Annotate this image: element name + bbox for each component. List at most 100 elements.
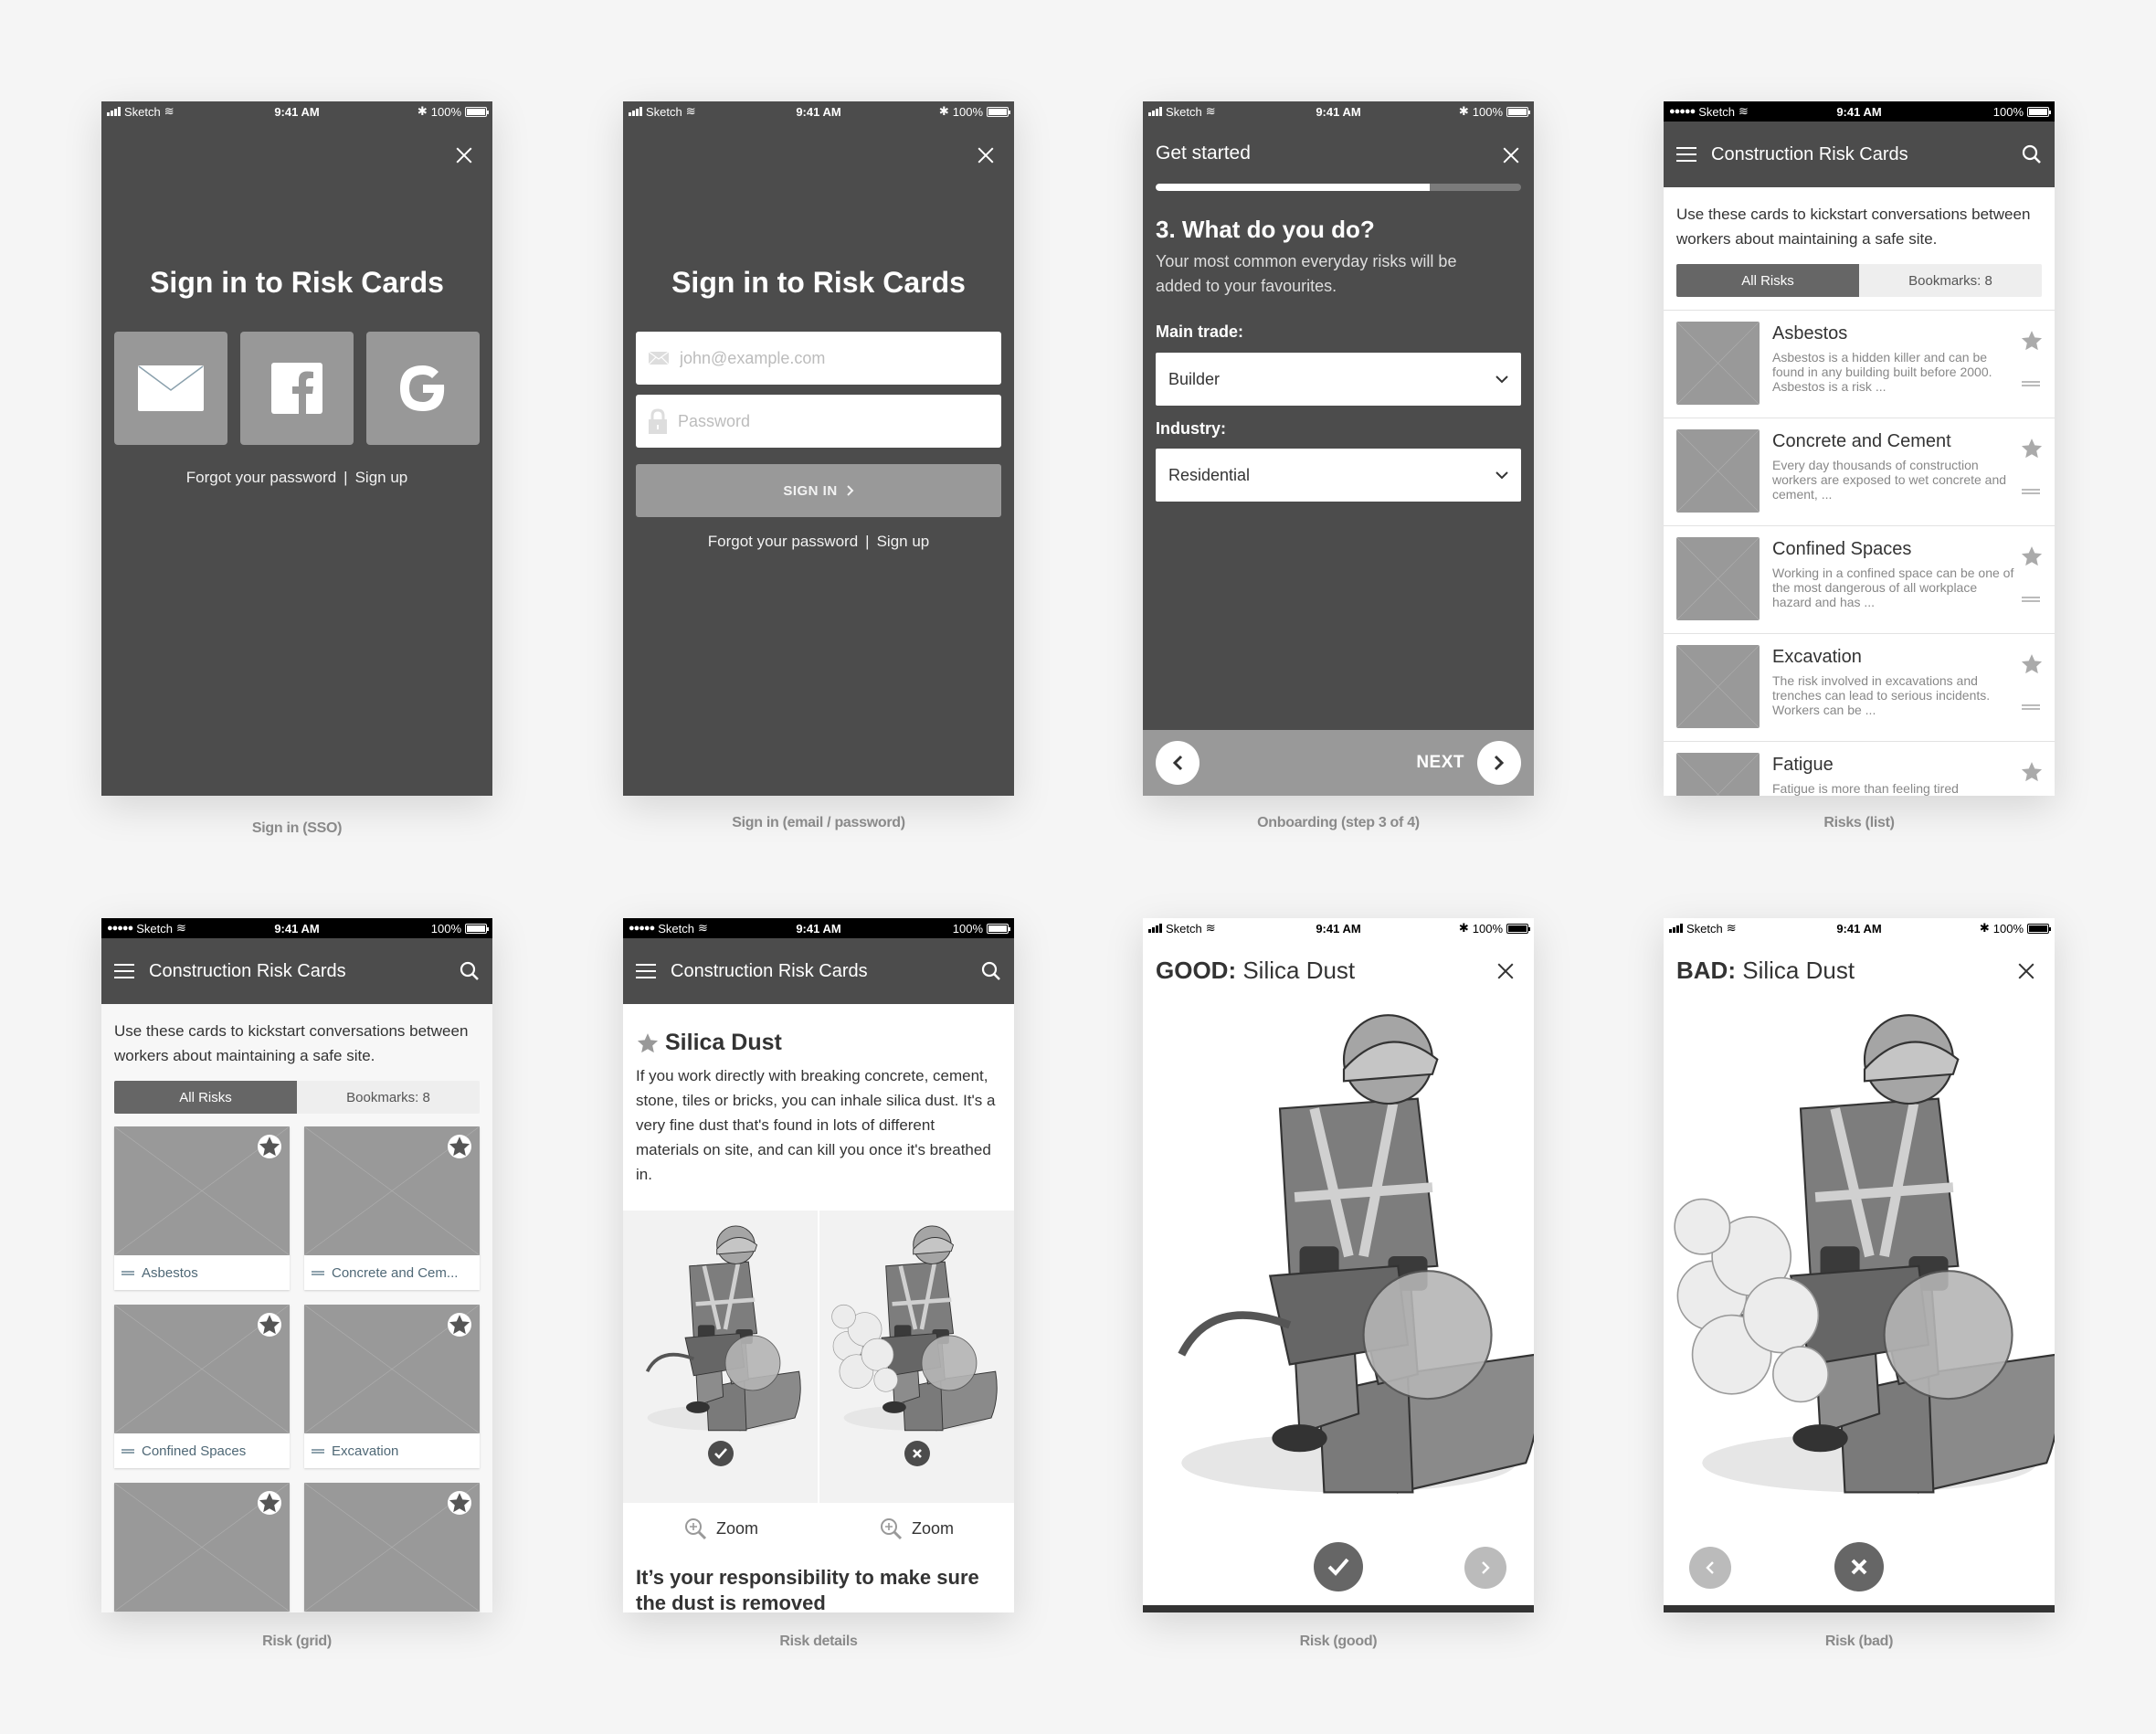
bad-badge bbox=[904, 1441, 930, 1466]
next-button[interactable] bbox=[1464, 1547, 1506, 1589]
lock-icon bbox=[649, 408, 667, 434]
list-item[interactable]: Confined Spaces Working in a confined spa… bbox=[1664, 526, 2055, 634]
tab-all-risks[interactable]: All Risks bbox=[114, 1081, 297, 1114]
good-example-image[interactable] bbox=[623, 1211, 819, 1503]
checkmark-icon bbox=[1327, 1558, 1349, 1576]
tab-bookmarks[interactable]: Bookmarks: 8 bbox=[297, 1081, 480, 1114]
grid-card[interactable] bbox=[114, 1483, 290, 1612]
forgot-password-link[interactable]: Forgot your password bbox=[708, 533, 858, 550]
carrier-label: Sketch bbox=[136, 921, 173, 936]
zoom-in-icon bbox=[684, 1518, 707, 1540]
password-input[interactable] bbox=[678, 411, 1001, 431]
star-icon[interactable] bbox=[2020, 329, 2044, 353]
image-placeholder bbox=[114, 1483, 290, 1612]
bookmark-button[interactable] bbox=[258, 1135, 281, 1158]
app-header: Construction Risk Cards bbox=[1664, 122, 2055, 187]
list-item[interactable]: Asbestos Asbestos is a hidden killer and … bbox=[1664, 311, 2055, 418]
zoom-label: Zoom bbox=[911, 1518, 954, 1538]
image-placeholder bbox=[1676, 753, 1760, 796]
signal-icon: ●●●●● bbox=[1669, 106, 1696, 117]
close-button[interactable] bbox=[2016, 961, 2036, 981]
list-item[interactable]: Excavation The risk involved in excavatio… bbox=[1664, 634, 2055, 742]
battery-percent: 100% bbox=[952, 104, 983, 119]
screen-risks-grid: ●●●●● Sketch ≋ 9:41 AM 100% Construction R… bbox=[101, 918, 492, 1612]
search-icon[interactable] bbox=[460, 961, 480, 981]
chevron-right-icon bbox=[1482, 1561, 1490, 1574]
grid-card[interactable]: Excavation bbox=[304, 1305, 480, 1468]
risk-title: Concrete and Cem... bbox=[332, 1264, 459, 1281]
close-button[interactable] bbox=[976, 145, 996, 165]
step-question: 3. What do you do? bbox=[1156, 216, 1375, 243]
tab-bookmarks[interactable]: Bookmarks: 8 bbox=[1859, 264, 2042, 297]
risk-title: Confined Spaces bbox=[1772, 539, 1912, 559]
intro-text: Use these cards to kickstart conversatio… bbox=[1676, 206, 2031, 248]
industry-label: Industry: bbox=[1156, 419, 1227, 438]
drag-handle-icon[interactable] bbox=[2022, 597, 2040, 602]
grid-card[interactable]: Confined Spaces bbox=[114, 1305, 290, 1468]
next-label[interactable]: NEXT bbox=[1416, 753, 1464, 773]
star-icon[interactable] bbox=[2020, 437, 2044, 460]
sign-up-link[interactable]: Sign up bbox=[355, 469, 408, 486]
drag-handle-icon[interactable] bbox=[2022, 489, 2040, 494]
menu-icon[interactable] bbox=[1676, 147, 1696, 162]
grid-card[interactable]: Concrete and Cem... bbox=[304, 1126, 480, 1290]
image-placeholder bbox=[304, 1483, 480, 1612]
drag-handle-icon[interactable] bbox=[122, 1270, 134, 1275]
close-button[interactable] bbox=[1495, 961, 1516, 981]
trade-select[interactable]: Builder bbox=[1156, 353, 1521, 406]
drag-handle-icon[interactable] bbox=[2022, 381, 2040, 386]
list-item[interactable]: Concrete and Cement Every day thousands o… bbox=[1664, 418, 2055, 526]
email-sign-in-button[interactable] bbox=[114, 332, 227, 445]
bad-example-image[interactable] bbox=[819, 1211, 1014, 1503]
sign-up-link[interactable]: Sign up bbox=[877, 533, 930, 550]
star-icon[interactable] bbox=[2020, 545, 2044, 568]
bookmark-button[interactable] bbox=[258, 1313, 281, 1337]
grid-card[interactable]: Asbestos bbox=[114, 1126, 290, 1290]
drag-handle-icon[interactable] bbox=[2022, 704, 2040, 710]
back-button[interactable] bbox=[1156, 741, 1200, 785]
intro-text: Use these cards to kickstart conversatio… bbox=[114, 1022, 469, 1064]
industry-select[interactable]: Residential bbox=[1156, 449, 1521, 502]
star-icon[interactable] bbox=[2020, 652, 2044, 676]
bad-verdict-button[interactable] bbox=[1834, 1542, 1884, 1591]
search-icon[interactable] bbox=[981, 961, 1001, 981]
zoom-actions: Zoom Zoom bbox=[623, 1503, 1014, 1554]
tab-all-risks[interactable]: All Risks bbox=[1676, 264, 1859, 297]
link-separator: | bbox=[865, 533, 870, 550]
email-input[interactable] bbox=[680, 348, 1001, 368]
next-button[interactable] bbox=[1477, 741, 1521, 785]
signal-icon bbox=[1148, 924, 1162, 933]
list-item[interactable]: Fatigue Fatigue is more than feeling tire… bbox=[1664, 742, 2055, 796]
artboard-caption: Risk (good) bbox=[1299, 1634, 1378, 1649]
drag-handle-icon[interactable] bbox=[312, 1270, 324, 1275]
forgot-password-link[interactable]: Forgot your password bbox=[186, 469, 336, 486]
search-icon[interactable] bbox=[2022, 144, 2042, 164]
wifi-icon: ≋ bbox=[1738, 104, 1749, 118]
drag-handle-icon[interactable] bbox=[122, 1448, 134, 1454]
menu-icon[interactable] bbox=[636, 964, 656, 978]
previous-button[interactable] bbox=[1689, 1547, 1731, 1589]
facebook-sign-in-button[interactable] bbox=[240, 332, 354, 445]
google-sign-in-button[interactable] bbox=[366, 332, 480, 445]
sign-in-button[interactable]: SIGN IN bbox=[636, 464, 1001, 517]
star-icon[interactable] bbox=[2020, 760, 2044, 784]
close-button[interactable] bbox=[454, 145, 474, 165]
screen-title: BAD: Silica Dust bbox=[1676, 957, 1855, 985]
close-button[interactable] bbox=[1501, 145, 1521, 165]
chevron-down-icon bbox=[1495, 471, 1508, 479]
wifi-icon: ≋ bbox=[175, 921, 186, 935]
drag-handle-icon[interactable] bbox=[312, 1448, 324, 1454]
good-verdict-button[interactable] bbox=[1314, 1542, 1363, 1591]
bookmark-button[interactable] bbox=[258, 1491, 281, 1515]
zoom-bad-button[interactable]: Zoom bbox=[819, 1503, 1014, 1554]
menu-icon[interactable] bbox=[114, 964, 134, 978]
status-bar: ●●●●● Sketch ≋ 9:41 AM 100% bbox=[101, 918, 492, 938]
grid-card[interactable] bbox=[304, 1483, 480, 1612]
worker-illustration bbox=[1673, 1000, 2055, 1512]
bookmark-button[interactable] bbox=[448, 1135, 471, 1158]
bookmark-button[interactable] bbox=[448, 1313, 471, 1337]
star-icon[interactable] bbox=[636, 1031, 660, 1055]
artboard-caption: Risk details bbox=[779, 1634, 858, 1649]
bookmark-button[interactable] bbox=[448, 1491, 471, 1515]
zoom-good-button[interactable]: Zoom bbox=[623, 1503, 819, 1554]
